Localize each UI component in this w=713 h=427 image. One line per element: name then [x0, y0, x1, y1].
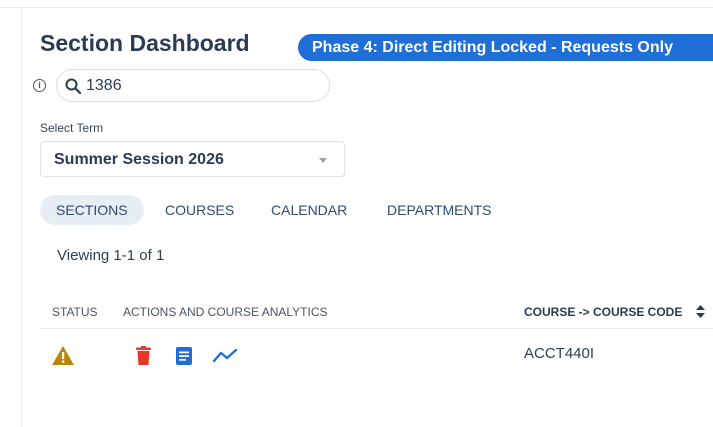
tab-sections[interactable]: SECTIONS — [40, 195, 144, 225]
phase-badge: Phase 4: Direct Editing Locked - Request… — [298, 34, 713, 61]
select-term-label: Select Term — [40, 121, 104, 135]
info-icon[interactable]: i — [33, 79, 46, 92]
tab-calendar[interactable]: CALENDAR — [271, 195, 347, 225]
pagination-info: Viewing 1-1 of 1 — [57, 247, 165, 264]
column-header-status: STATUS — [52, 305, 98, 319]
analytics-icon[interactable] — [212, 348, 238, 368]
search-input[interactable] — [86, 76, 316, 96]
tab-courses[interactable]: COURSES — [165, 195, 234, 225]
column-header-actions: ACTIONS AND COURSE ANALYTICS — [123, 305, 328, 319]
document-icon[interactable] — [176, 347, 192, 370]
warning-icon — [52, 346, 74, 370]
column-header-course-code[interactable]: COURSE -> COURSE CODE — [524, 305, 682, 319]
table-row-divider — [40, 328, 713, 329]
page-title: Section Dashboard — [40, 30, 250, 56]
left-divider — [21, 8, 22, 427]
top-divider — [0, 7, 713, 8]
chevron-down-icon — [319, 158, 327, 163]
sort-icon[interactable] — [696, 305, 705, 323]
tab-departments[interactable]: DEPARTMENTS — [387, 195, 492, 225]
delete-icon[interactable] — [136, 346, 151, 370]
search-icon — [65, 78, 82, 99]
term-select-value: Summer Session 2026 — [54, 151, 224, 168]
course-code-cell: ACCT440I — [524, 345, 595, 362]
